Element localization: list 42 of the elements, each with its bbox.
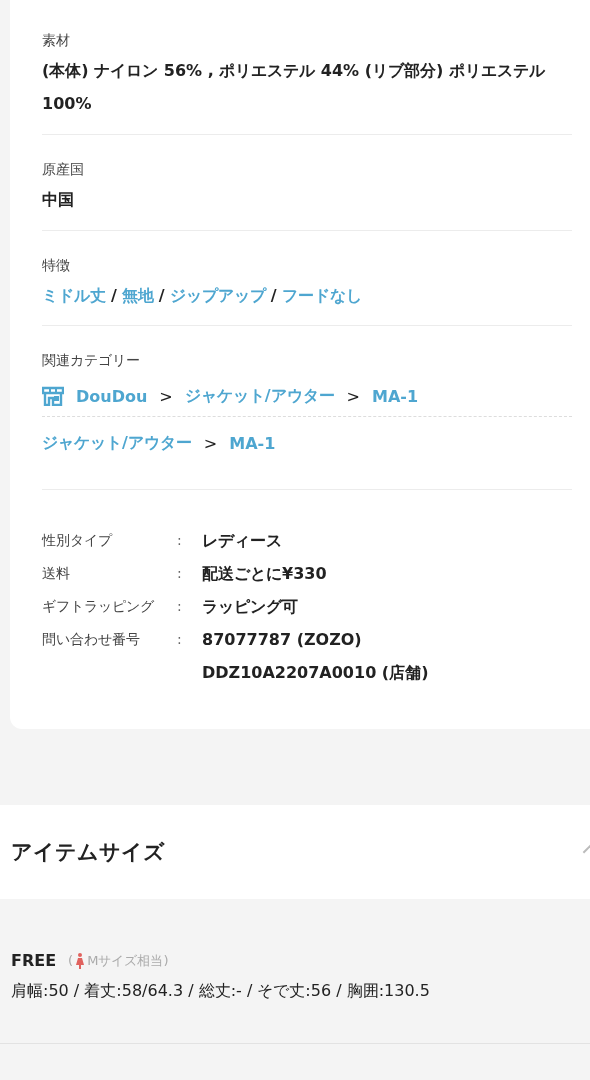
size-equivalent: Mサイズ相当) [87,952,169,970]
section-title: アイテムサイズ [11,839,165,866]
separator: > [159,386,173,406]
spec-value: DDZ10A2207A0010 (店舗) [202,662,429,684]
spec-value: ラッピング可 [202,596,298,618]
category-link[interactable]: ジャケット/アウター [184,385,335,407]
size-name: FREE [11,950,57,972]
category-link[interactable]: MA-1 [372,386,419,406]
field-value: 中国 [42,189,75,211]
spec-label: 問い合わせ番号 [42,630,141,649]
feature-link[interactable]: ジップアップ [169,286,266,305]
feature-link[interactable]: ミドル丈 [42,286,106,305]
separator: > [203,433,218,453]
woman-icon [76,953,85,969]
category-link[interactable]: DouDou [76,386,148,406]
category-link[interactable]: ジャケット/アウター [42,432,192,454]
field-value: (本体) ナイロン 56% , ポリエステル 44% (リブ部分) ポリエステル 100% [42,60,546,115]
category-link[interactable]: MA-1 [229,433,276,453]
size-measurements: 肩幅:50 / 着丈:58/64.3 / 総丈:- / そで丈:56 / 胸囲:130.5 [11,980,431,1002]
field-label: 原産国 [42,160,85,179]
feature-link[interactable]: フードなし [281,286,362,305]
separator: > [346,386,360,406]
colon: : [177,531,183,550]
shop-icon [42,386,64,406]
section-header[interactable]: アイテムサイズ [0,805,590,899]
feature-link[interactable]: 無地 [121,286,154,305]
field-label: 関連カテゴリー [42,351,141,370]
field-label: 特徴 [42,256,71,275]
separator: / [111,286,117,305]
spec-label: ギフトラッピング [42,597,155,616]
spec-label: 性別タイプ [42,531,114,550]
colon: : [177,597,183,616]
field-label: 素材 [42,31,71,50]
spec-label: 送料 [42,564,71,583]
spec-value: レディース [202,530,282,552]
parenthesis: ( [68,952,74,970]
colon: : [177,564,183,583]
colon: : [177,630,183,649]
spec-value: 87077787 (ZOZO) [202,629,363,651]
separator: / [158,286,165,305]
separator: / [270,286,277,305]
spec-value: 配送ごとに¥330 [202,563,327,585]
